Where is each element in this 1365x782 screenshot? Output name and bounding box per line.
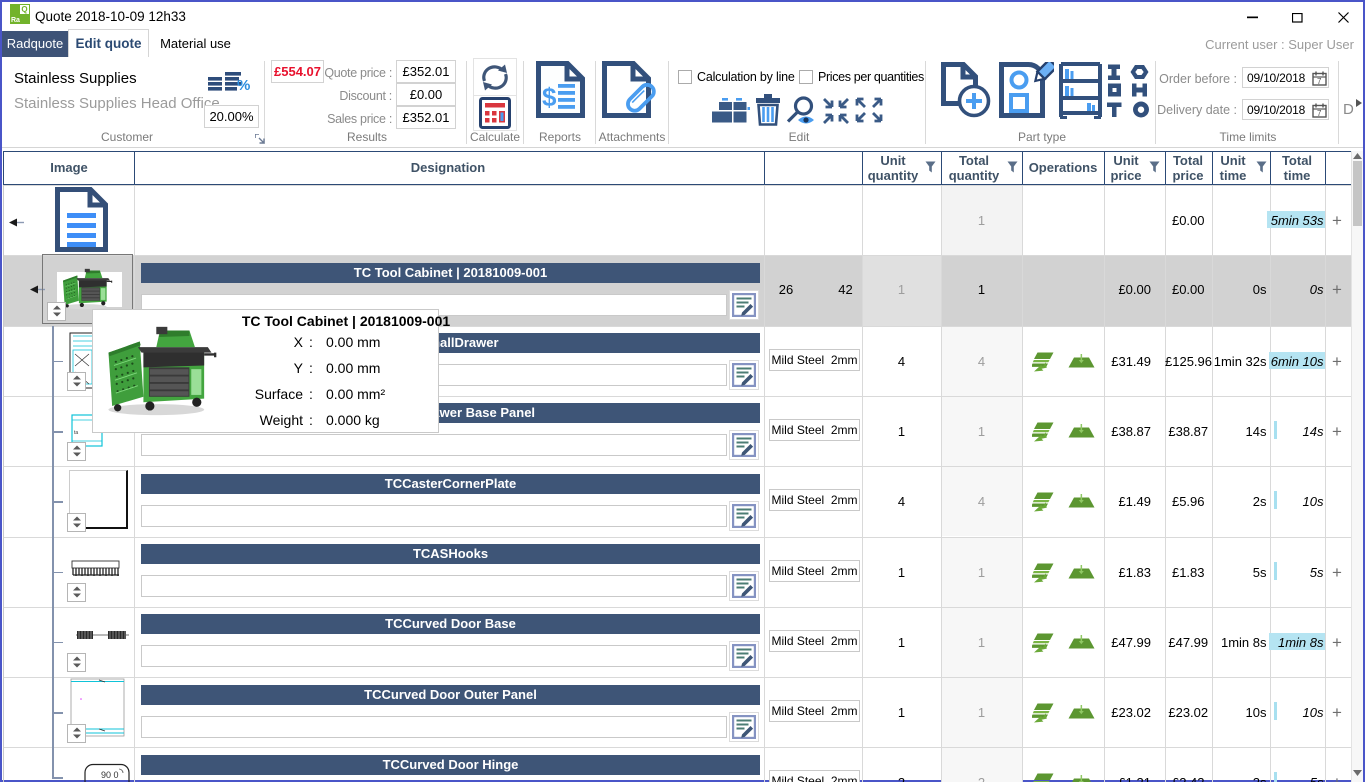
svg-text:%: % — [237, 77, 250, 94]
svg-text:$: $ — [542, 82, 557, 112]
svg-text:ta: ta — [74, 430, 78, 436]
svg-text:7: 7 — [1317, 77, 1322, 86]
svg-text:90 0: 90 0 — [101, 770, 119, 780]
svg-text:7: 7 — [1317, 109, 1322, 118]
